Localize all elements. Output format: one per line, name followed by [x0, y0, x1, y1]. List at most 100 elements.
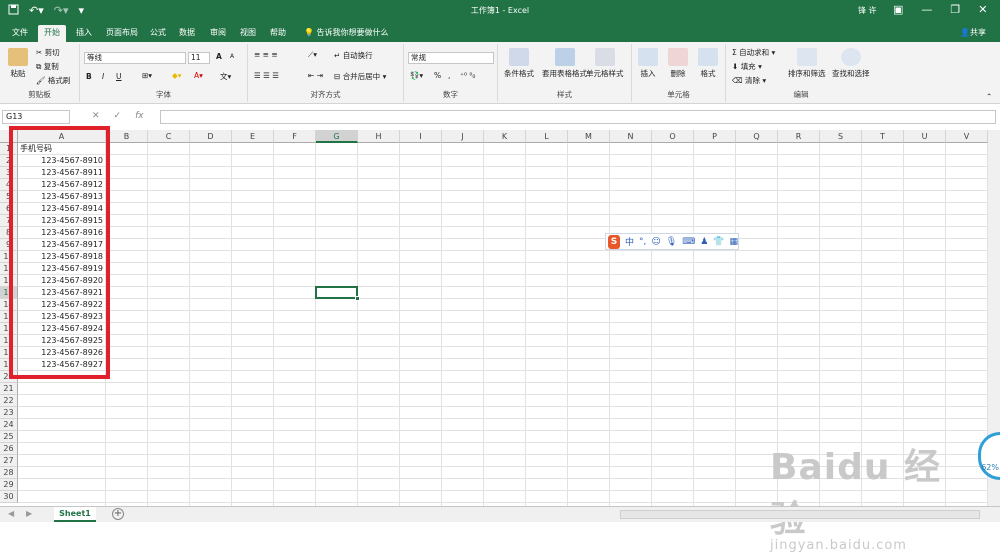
underline-button[interactable]: U — [116, 72, 122, 81]
insert-cells-button[interactable]: 插入 — [638, 48, 658, 79]
close-icon[interactable]: ✕ — [978, 3, 987, 16]
share-button[interactable]: 👤共享 — [960, 27, 986, 38]
tab-file[interactable]: 文件 — [6, 25, 34, 42]
font-size-select[interactable]: 11 — [188, 52, 210, 64]
mic-icon[interactable]: 🎙 — [666, 237, 677, 247]
tab-formulas[interactable]: 公式 — [144, 25, 172, 42]
row-header-25[interactable]: 25 — [0, 431, 18, 443]
sogou-logo-icon[interactable]: S — [608, 234, 620, 249]
row-header-23[interactable]: 23 — [0, 407, 18, 419]
column-header-f[interactable]: F — [274, 130, 316, 143]
tab-help[interactable]: 帮助 — [264, 25, 292, 42]
prev-sheet-icon[interactable]: ◀ — [8, 509, 14, 518]
collapse-ribbon-icon[interactable]: ⌃ — [986, 92, 992, 101]
percent-button[interactable]: % — [434, 71, 441, 80]
row-header-30[interactable]: 30 — [0, 491, 18, 503]
find-select-button[interactable]: 查找和选择 — [832, 48, 870, 79]
emoji-icon[interactable]: ☺ — [651, 237, 660, 247]
column-header-h[interactable]: H — [358, 130, 400, 143]
shrink-font-button[interactable]: A — [230, 53, 234, 60]
border-icon[interactable]: ⊞▾ — [142, 71, 152, 80]
tab-view[interactable]: 视图 — [234, 25, 262, 42]
add-sheet-button[interactable]: + — [112, 508, 124, 520]
tab-home[interactable]: 开始 — [38, 25, 66, 42]
column-header-e[interactable]: E — [232, 130, 274, 143]
autosum-button[interactable]: Σ 自动求和 ▾ — [732, 47, 775, 58]
keyboard-icon[interactable]: ⌨ — [682, 237, 695, 247]
ime-punct[interactable]: °, — [639, 237, 646, 247]
column-header-v[interactable]: V — [946, 130, 988, 143]
column-header-c[interactable]: C — [148, 130, 190, 143]
bold-button[interactable]: B — [86, 72, 92, 81]
delete-cells-button[interactable]: 删除 — [668, 48, 688, 79]
column-header-g[interactable]: G — [316, 130, 358, 143]
column-header-o[interactable]: O — [652, 130, 694, 143]
column-header-l[interactable]: L — [526, 130, 568, 143]
row-header-27[interactable]: 27 — [0, 455, 18, 467]
cell-styles-button[interactable]: 单元格样式 — [586, 48, 624, 79]
cut-button[interactable]: ✂ 剪切 — [36, 47, 60, 58]
tab-page-layout[interactable]: 页面布局 — [100, 25, 144, 42]
row-header-29[interactable]: 29 — [0, 479, 18, 491]
insert-function-icon[interactable]: fx — [135, 111, 144, 121]
wrap-text-button[interactable]: ↵ 自动换行 — [334, 50, 373, 61]
tab-data[interactable]: 数据 — [173, 25, 201, 42]
column-header-k[interactable]: K — [484, 130, 526, 143]
column-header-m[interactable]: M — [568, 130, 610, 143]
tab-review[interactable]: 审阅 — [204, 25, 232, 42]
column-header-b[interactable]: B — [106, 130, 148, 143]
restore-icon[interactable]: ❐ — [950, 3, 960, 16]
column-header-p[interactable]: P — [694, 130, 736, 143]
fill-handle[interactable] — [355, 296, 360, 301]
decimal-icon[interactable]: ⁺⁰ ⁰₀ — [460, 71, 475, 80]
font-name-select[interactable]: 等线 — [84, 52, 186, 64]
fill-button[interactable]: ⬇ 填充 ▾ — [732, 61, 762, 72]
tellme-box[interactable]: 💡 告诉我你想要做什么 — [298, 25, 395, 42]
format-table-button[interactable]: 套用表格格式 — [542, 48, 587, 79]
column-header-r[interactable]: R — [778, 130, 820, 143]
ime-toolbar[interactable]: S 中 °, ☺ 🎙 ⌨ ♟ 👕 ▦ — [605, 233, 739, 250]
ribbon-display-icon[interactable]: ▣ — [893, 3, 903, 16]
phonetic-icon[interactable]: 文▾ — [220, 71, 231, 82]
cancel-icon[interactable]: ✕ — [92, 111, 100, 121]
format-cells-button[interactable]: 格式 — [698, 48, 718, 79]
clear-button[interactable]: ⌫ 清除 ▾ — [732, 75, 766, 86]
top-align-icon[interactable]: ≡ ≡ ≡ — [254, 50, 278, 59]
italic-button[interactable]: I — [102, 72, 104, 81]
row-header-22[interactable]: 22 — [0, 395, 18, 407]
user-name[interactable]: 锋 许 — [858, 5, 877, 16]
font-color-icon[interactable]: A▾ — [194, 71, 203, 80]
grow-font-button[interactable]: A — [216, 52, 222, 61]
paste-button[interactable]: 粘贴 — [8, 48, 28, 79]
format-painter-button[interactable]: 🖌 格式刷 — [36, 75, 70, 86]
align-left-icon[interactable]: ☰ ☰ ☰ — [254, 71, 279, 80]
number-format-select[interactable]: 常规 — [408, 52, 494, 64]
row-header-21[interactable]: 21 — [0, 383, 18, 395]
column-header-q[interactable]: Q — [736, 130, 778, 143]
fill-color-icon[interactable]: ◆▾ — [172, 71, 182, 80]
next-sheet-icon[interactable]: ▶ — [26, 509, 32, 518]
tab-insert[interactable]: 插入 — [70, 25, 98, 42]
indent-icon[interactable]: ⇤ ⇥ — [308, 71, 323, 80]
column-header-d[interactable]: D — [190, 130, 232, 143]
column-header-i[interactable]: I — [400, 130, 442, 143]
merge-center-button[interactable]: ⊟ 合并后居中 ▾ — [334, 71, 386, 82]
row-header-28[interactable]: 28 — [0, 467, 18, 479]
sheet-tab-sheet1[interactable]: Sheet1 — [54, 507, 96, 522]
column-header-n[interactable]: N — [610, 130, 652, 143]
minimize-icon[interactable]: — — [921, 3, 932, 16]
enter-icon[interactable]: ✓ — [114, 111, 122, 121]
formula-input[interactable] — [160, 110, 996, 124]
name-box[interactable]: G13 — [2, 110, 70, 124]
selected-cell[interactable] — [315, 286, 358, 299]
row-header-24[interactable]: 24 — [0, 419, 18, 431]
ime-mode[interactable]: 中 — [625, 235, 634, 248]
column-header-t[interactable]: T — [862, 130, 904, 143]
copy-button[interactable]: ⧉ 复制 — [36, 61, 59, 72]
orientation-icon[interactable]: ⟋▾ — [308, 50, 317, 60]
row-header-26[interactable]: 26 — [0, 443, 18, 455]
comma-button[interactable]: , — [448, 71, 450, 80]
column-header-u[interactable]: U — [904, 130, 946, 143]
currency-icon[interactable]: 💱▾ — [410, 71, 423, 80]
column-header-j[interactable]: J — [442, 130, 484, 143]
